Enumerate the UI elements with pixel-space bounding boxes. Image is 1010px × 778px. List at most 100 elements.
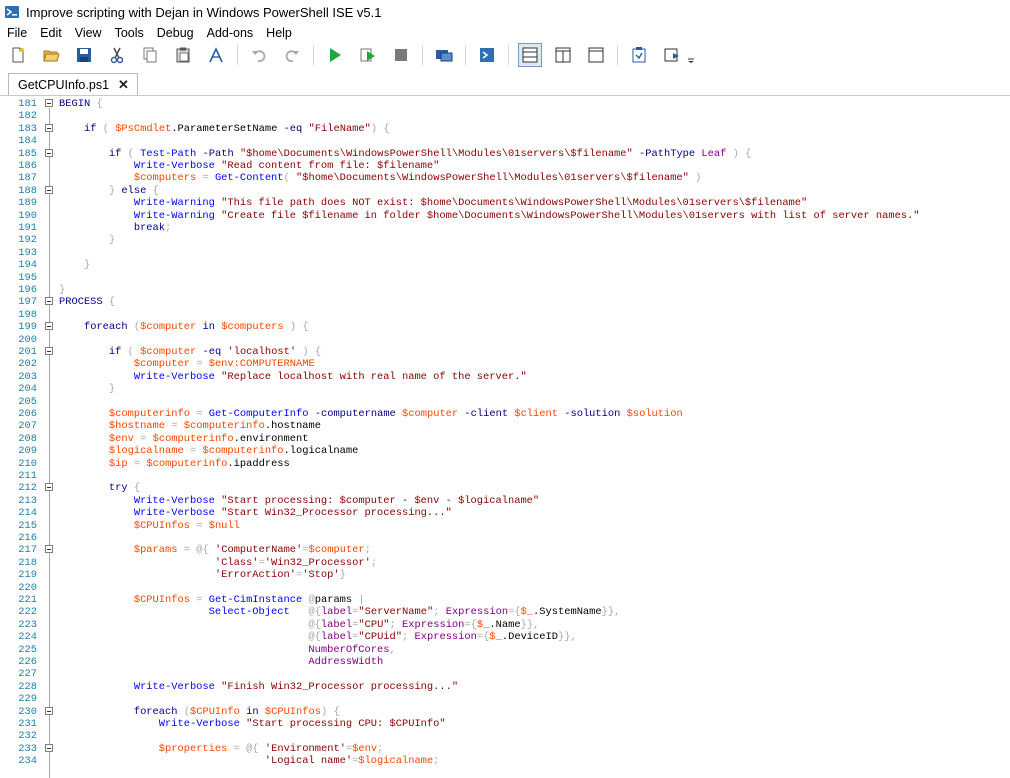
menu-edit[interactable]: Edit xyxy=(33,26,68,40)
code-line[interactable]: 182 xyxy=(0,110,1010,122)
run-script-button[interactable] xyxy=(323,43,347,67)
code-line[interactable]: 204 } xyxy=(0,383,1010,395)
code-line[interactable]: 191 break; xyxy=(0,222,1010,234)
code-line[interactable]: 231 Write-Verbose "Start processing CPU:… xyxy=(0,718,1010,730)
code-line[interactable]: 197 PROCESS { xyxy=(0,296,1010,308)
code-line[interactable]: 192 } xyxy=(0,234,1010,246)
code-line[interactable]: 190 Write-Warning "Create file $filename… xyxy=(0,210,1010,222)
code-line[interactable]: 184 xyxy=(0,135,1010,147)
code-line[interactable]: 194 } xyxy=(0,259,1010,271)
code-line[interactable]: 215 $CPUInfos = $null xyxy=(0,520,1010,532)
layout-script-max-button[interactable] xyxy=(584,43,608,67)
code-line[interactable]: 186 Write-Verbose "Read content from fil… xyxy=(0,160,1010,172)
code-line[interactable]: 202 $computer = $env:COMPUTERNAME xyxy=(0,358,1010,370)
clear-console-button[interactable] xyxy=(204,43,228,67)
stop-button[interactable] xyxy=(389,43,413,67)
menu-help[interactable]: Help xyxy=(259,26,298,40)
code-line[interactable]: 216 xyxy=(0,532,1010,544)
code-line[interactable]: 198 xyxy=(0,309,1010,321)
code-line[interactable]: 187 $computers = Get-Content( "$home\Doc… xyxy=(0,172,1010,184)
fold-toggle-icon[interactable] xyxy=(45,347,53,355)
code-line[interactable]: 212 try { xyxy=(0,482,1010,494)
close-icon[interactable]: ✕ xyxy=(118,77,129,93)
code-line[interactable]: 200 xyxy=(0,334,1010,346)
fold-toggle-icon[interactable] xyxy=(45,123,53,132)
code-line[interactable]: 189 Write-Warning "This file path does N… xyxy=(0,197,1010,209)
menu-file[interactable]: File xyxy=(0,26,33,40)
line-number: 225 xyxy=(18,643,37,656)
code-line[interactable]: 210 $ip = $computerinfo.ipaddress xyxy=(0,458,1010,470)
code-line[interactable]: 207 $hostname = $computerinfo.hostname xyxy=(0,420,1010,432)
fold-toggle-icon[interactable] xyxy=(45,545,53,554)
code-line[interactable]: 219 'ErrorAction'='Stop'} xyxy=(0,569,1010,581)
show-script-pane-button[interactable] xyxy=(660,43,684,67)
code-line[interactable]: 205 xyxy=(0,396,1010,408)
code-line[interactable]: 227 xyxy=(0,668,1010,680)
code-line[interactable]: 224 @{label="CPUid"; Expression={$_.Devi… xyxy=(0,631,1010,643)
toolbar-overflow-button[interactable] xyxy=(686,43,696,67)
toolbar-overflow-icon xyxy=(688,58,694,63)
code-line[interactable]: 199 foreach ($computer in $computers ) { xyxy=(0,321,1010,333)
code-line[interactable]: 225 NumberOfCores, xyxy=(0,644,1010,656)
code-line[interactable]: 234 'Logical name'=$logicalname; xyxy=(0,755,1010,767)
show-commands-button[interactable] xyxy=(627,43,651,67)
copy-button[interactable] xyxy=(138,43,162,67)
code-line[interactable]: 203 Write-Verbose "Replace localhost wit… xyxy=(0,371,1010,383)
code-line[interactable]: 195 xyxy=(0,272,1010,284)
code-line[interactable]: 221 $CPUInfos = Get-CimInstance @params … xyxy=(0,594,1010,606)
remote-powershell-button[interactable] xyxy=(432,43,456,67)
cut-button[interactable] xyxy=(105,43,129,67)
menu-add-ons[interactable]: Add-ons xyxy=(200,26,260,40)
layout-script-top-button[interactable] xyxy=(518,43,542,67)
code-line[interactable]: 185 if ( Test-Path -Path "$home\Document… xyxy=(0,148,1010,160)
save-button[interactable] xyxy=(72,43,96,67)
code-line[interactable]: 188 } else { xyxy=(0,185,1010,197)
code-line[interactable]: 217 $params = @{ 'ComputerName'=$compute… xyxy=(0,544,1010,556)
code-line[interactable]: 220 xyxy=(0,582,1010,594)
line-number: 182 xyxy=(18,110,37,123)
code-line[interactable]: 213 Write-Verbose "Start processing: $co… xyxy=(0,495,1010,507)
fold-toggle-icon[interactable] xyxy=(45,706,53,715)
code-line[interactable]: 218 'Class'='Win32_Processor'; xyxy=(0,557,1010,569)
script-editor[interactable]: 181 BEGIN {182 183 if ( $PsCmdlet.Paramete… xyxy=(0,96,1010,778)
powershell-console-button[interactable] xyxy=(475,43,499,67)
code-line[interactable]: 232 xyxy=(0,730,1010,742)
line-number: 191 xyxy=(18,222,37,234)
fold-toggle-icon[interactable] xyxy=(45,483,53,492)
fold-toggle-icon[interactable] xyxy=(45,322,53,331)
fold-toggle-icon[interactable] xyxy=(45,148,53,157)
code-line[interactable]: 209 $logicalname = $computerinfo.logical… xyxy=(0,445,1010,457)
code-line[interactable]: 233 $properties = @{ 'Environment'=$env; xyxy=(0,743,1010,755)
fold-toggle-icon[interactable] xyxy=(45,743,53,752)
undo-button[interactable] xyxy=(247,43,271,67)
new-button[interactable] xyxy=(6,43,30,67)
code-line[interactable]: 196} xyxy=(0,284,1010,296)
code-line[interactable]: 201 if ( $computer -eq 'localhost' ) { xyxy=(0,346,1010,358)
code-line[interactable]: 223 @{label="CPU"; Expression={$_.Name}}… xyxy=(0,619,1010,631)
line-number: 207 xyxy=(18,420,37,433)
code-line[interactable]: 183 if ( $PsCmdlet.ParameterSetName -eq … xyxy=(0,123,1010,135)
code-line[interactable]: 230 foreach ($CPUInfo in $CPUInfos) { xyxy=(0,706,1010,718)
tab-getcpuinfo[interactable]: GetCPUInfo.ps1 ✕ xyxy=(8,73,138,95)
code-line[interactable]: 206 $computerinfo = Get-ComputerInfo -co… xyxy=(0,408,1010,420)
code-line[interactable]: 214 Write-Verbose "Start Win32_Processor… xyxy=(0,507,1010,519)
run-selection-button[interactable] xyxy=(356,43,380,67)
fold-toggle-icon[interactable] xyxy=(45,297,53,306)
code-line[interactable]: 211 xyxy=(0,470,1010,482)
paste-button[interactable] xyxy=(171,43,195,67)
menu-debug[interactable]: Debug xyxy=(150,26,200,40)
menu-view[interactable]: View xyxy=(68,26,108,40)
redo-button[interactable] xyxy=(280,43,304,67)
code-line[interactable]: 222 Select-Object @{label="ServerName"; … xyxy=(0,606,1010,618)
fold-toggle-icon[interactable] xyxy=(45,99,53,107)
open-button[interactable] xyxy=(39,43,63,67)
code-line[interactable]: 208 $env = $computerinfo.environment xyxy=(0,433,1010,445)
code-line[interactable]: 226 AddressWidth xyxy=(0,656,1010,668)
fold-toggle-icon[interactable] xyxy=(45,185,53,194)
code-line[interactable]: 229 xyxy=(0,693,1010,705)
code-line[interactable]: 193 xyxy=(0,247,1010,259)
menu-tools[interactable]: Tools xyxy=(108,26,150,40)
code-line[interactable]: 181 BEGIN { xyxy=(0,98,1010,110)
layout-script-right-button[interactable] xyxy=(551,43,575,67)
code-line[interactable]: 228 Write-Verbose "Finish Win32_Processo… xyxy=(0,681,1010,693)
